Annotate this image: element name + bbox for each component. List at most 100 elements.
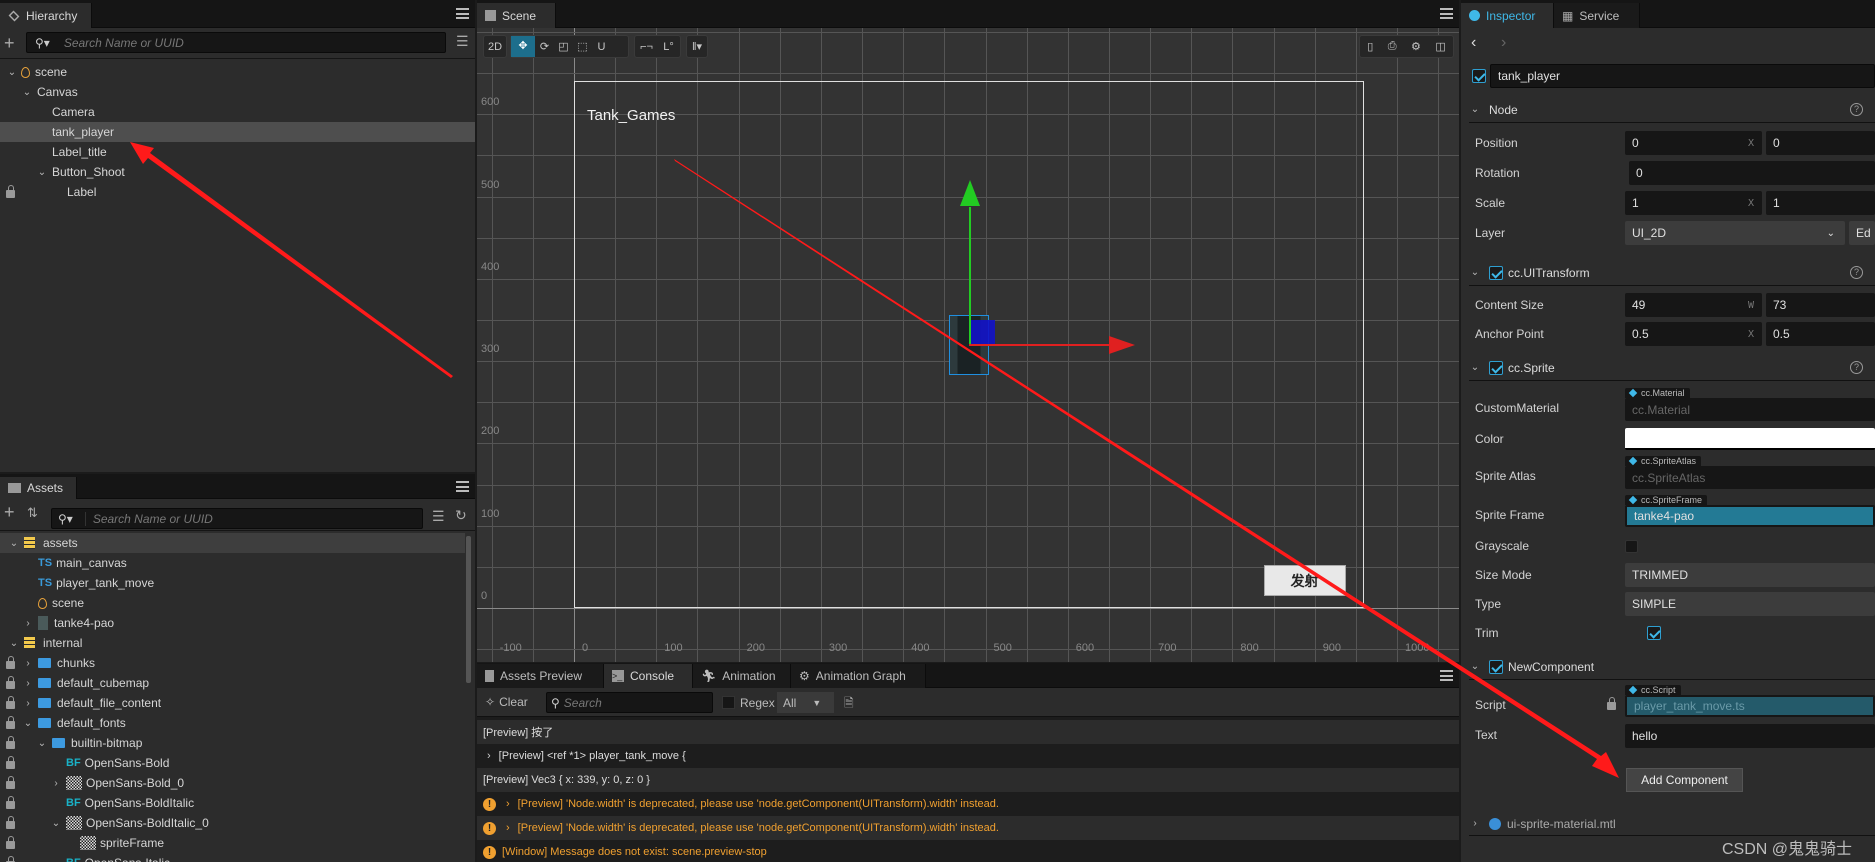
asset-item[interactable]: ⌄ assets xyxy=(0,533,465,553)
hierarchy-search-input[interactable]: ⚲▾ Search Name or UUID xyxy=(26,32,446,53)
asset-item[interactable]: ⌄ builtin-bitmap xyxy=(0,733,465,753)
hierarchy-item[interactable]: tank_player xyxy=(0,122,475,142)
asset-item[interactable]: TS player_tank_move xyxy=(0,573,465,593)
menu-icon[interactable] xyxy=(1440,8,1453,19)
tab-console[interactable]: >_ Console xyxy=(604,664,693,688)
shoot-button[interactable]: 发射 xyxy=(1263,565,1346,597)
hierarchy-item[interactable]: ⌄ Canvas xyxy=(0,82,475,102)
help-icon[interactable]: ? xyxy=(1850,103,1863,116)
menu-icon[interactable] xyxy=(456,481,469,492)
2d-toggle-button[interactable]: 2D xyxy=(483,35,507,58)
uitransform-section-header[interactable]: ⌄ cc.UITransform? xyxy=(1469,260,1875,286)
sprite-atlas-field[interactable]: cc.SpriteAtlas xyxy=(1625,466,1875,489)
console-log-row[interactable]: ! › [Preview] 'Node.width' is deprecated, … xyxy=(477,792,1459,816)
trim-checkbox[interactable] xyxy=(1647,626,1662,640)
gizmo-plane-handle[interactable] xyxy=(969,319,996,345)
label-title[interactable]: Tank_Games xyxy=(587,107,675,124)
tab-animation[interactable]: 🏃︎ Animation xyxy=(693,664,791,688)
hierarchy-item[interactable]: Label xyxy=(0,182,475,202)
chevron-right-icon[interactable]: › xyxy=(487,750,491,762)
asset-item[interactable]: BF OpenSans-Italic xyxy=(0,853,465,862)
scale-x-input[interactable]: 1X xyxy=(1625,191,1762,215)
add-icon[interactable]: + xyxy=(4,502,15,523)
text-input[interactable]: hello xyxy=(1625,724,1875,748)
content-width-input[interactable]: 49 W xyxy=(1625,293,1762,317)
tab-animation-graph[interactable]: ⚙︎ Animation Graph xyxy=(791,664,926,688)
newcomponent-section-header[interactable]: ⌄ NewComponent xyxy=(1469,654,1875,680)
node-active-checkbox[interactable] xyxy=(1472,69,1486,83)
anchor-y-input[interactable]: 0.5 xyxy=(1766,322,1875,346)
custom-material-field[interactable]: cc.Material xyxy=(1625,398,1875,421)
gizmo-y-axis[interactable] xyxy=(969,206,972,345)
tab-assets[interactable]: Assets xyxy=(0,477,77,499)
asset-item[interactable]: scene xyxy=(0,593,465,613)
node-name-input[interactable]: tank_player xyxy=(1490,64,1875,88)
sprite-frame-field[interactable]: tanke4-pao xyxy=(1625,505,1875,527)
add-component-button[interactable]: Add Component xyxy=(1626,768,1743,792)
scale-y-input[interactable]: 1 xyxy=(1766,191,1875,215)
scale-tool-icon[interactable]: ◰ xyxy=(554,40,573,53)
chevron-right-icon[interactable]: › xyxy=(22,658,34,669)
asset-item[interactable]: ⌄ default_fonts xyxy=(0,713,465,733)
help-icon[interactable]: ? xyxy=(1850,361,1863,374)
back-arrow-icon[interactable]: ‹ xyxy=(1471,34,1476,52)
console-log-row[interactable]: ! › [Preview] 'Node.width' is deprecated, … xyxy=(477,816,1459,840)
tab-service[interactable]: ▦ Service xyxy=(1554,3,1640,28)
chevron-right-icon[interactable]: › xyxy=(22,698,34,709)
color-picker[interactable] xyxy=(1625,428,1875,450)
type-select[interactable]: SIMPLE xyxy=(1625,592,1875,616)
node-section-header[interactable]: ⌄ Node? xyxy=(1469,97,1875,123)
asset-item[interactable]: › OpenSans-Bold_0 xyxy=(0,773,465,793)
menu-icon[interactable] xyxy=(456,8,469,19)
move-tool-icon[interactable]: ✥ xyxy=(511,36,535,57)
chevron-down-icon[interactable]: ⌄ xyxy=(36,167,48,178)
asset-item[interactable]: ⌄ OpenSans-BoldItalic_0 xyxy=(0,813,465,833)
menu-icon[interactable] xyxy=(1440,670,1453,681)
help-icon[interactable]: ? xyxy=(1850,266,1863,279)
asset-item[interactable]: ⌄ internal xyxy=(0,633,465,653)
chevron-down-icon[interactable]: ⌄ xyxy=(6,67,18,78)
asset-item[interactable]: › default_cubemap xyxy=(0,673,465,693)
console-log-row[interactable]: [Preview] Vec3 { x: 339, y: 0, z: 0 } xyxy=(477,768,1459,792)
tab-inspector[interactable]: Inspector xyxy=(1461,3,1554,28)
component-enabled-checkbox[interactable] xyxy=(1489,360,1503,375)
settings-gear-icon[interactable]: ⚙ xyxy=(1411,40,1421,53)
open-log-file-icon[interactable]: 🗎︎ xyxy=(844,694,854,715)
console-log-row[interactable]: [Preview] 按了 xyxy=(477,720,1459,744)
chevron-down-icon[interactable]: ⌄ xyxy=(36,738,48,749)
asset-item[interactable]: BF OpenSans-BoldItalic xyxy=(0,793,465,813)
local-icon[interactable]: L° xyxy=(658,41,680,53)
assets-search-input[interactable]: ⚲▾ Search Name or UUID xyxy=(51,508,423,529)
list-view-icon[interactable]: ☰ xyxy=(456,33,469,50)
asset-item[interactable]: BF OpenSans-Bold xyxy=(0,753,465,773)
lock-icon[interactable] xyxy=(6,185,15,198)
snap-tool-icon[interactable]: U xyxy=(592,41,611,53)
chevron-right-icon[interactable]: › xyxy=(506,822,510,834)
edit-layer-button[interactable]: Ed xyxy=(1849,221,1875,245)
gizmo-y-arrow-icon[interactable] xyxy=(960,179,981,206)
asset-item[interactable]: › chunks xyxy=(0,653,465,673)
hierarchy-item[interactable]: Camera xyxy=(0,102,475,122)
chevron-down-icon[interactable]: ⌄ xyxy=(21,87,33,98)
layer-select[interactable]: UI_2D ⌄ xyxy=(1625,221,1845,245)
add-icon[interactable]: + xyxy=(4,33,15,54)
asset-item[interactable]: › default_file_content xyxy=(0,693,465,713)
grayscale-checkbox[interactable] xyxy=(1625,540,1638,553)
chevron-right-icon[interactable]: › xyxy=(22,678,34,689)
component-enabled-checkbox[interactable] xyxy=(1489,659,1503,674)
gizmo-x-axis[interactable] xyxy=(969,343,1110,346)
console-search-input[interactable]: ⚲ Search xyxy=(546,692,713,713)
tab-hierarchy[interactable]: Hierarchy xyxy=(0,3,92,28)
pivot-icon[interactable]: ⌐¬ xyxy=(636,41,658,53)
gizmo-icon[interactable]: ◫ xyxy=(1435,40,1445,53)
chevron-down-icon[interactable]: ⌄ xyxy=(8,538,20,549)
clear-button[interactable]: ✧ Clear xyxy=(485,695,528,709)
log-level-select[interactable]: All ▼ xyxy=(777,692,834,713)
tab-assets-preview[interactable]: Assets Preview xyxy=(477,664,604,688)
sort-icon[interactable]: ⇅ xyxy=(27,505,38,521)
script-field[interactable]: player_tank_move.ts xyxy=(1625,695,1875,717)
scene-viewport[interactable]: -100 0 100 200 300 400 500 600 700 800 900 1000 600 5… xyxy=(477,28,1459,662)
asset-item[interactable]: spriteFrame xyxy=(0,833,465,853)
rect-tool-icon[interactable]: ⬚ xyxy=(573,40,592,53)
material-row[interactable]: › ui-sprite-material.mtl xyxy=(1469,812,1875,836)
